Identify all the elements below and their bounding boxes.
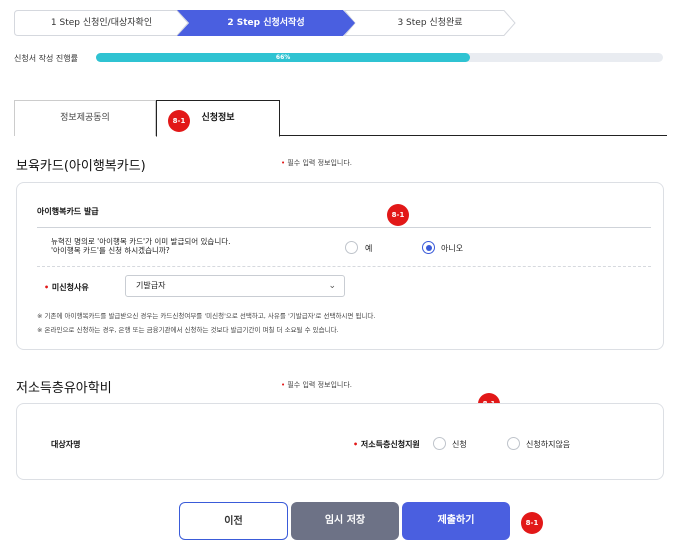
progress-label: 신청서 작성 진행률 [14, 54, 78, 63]
step-1-label: 1 Step 신청인/대상자확인 [50, 18, 153, 28]
required-note: • 필수 입력 정보입니다. [281, 158, 352, 168]
annotation-badge: 8-1 [521, 512, 543, 534]
radio-not-apply[interactable] [507, 437, 520, 450]
radio-apply-label: 신청 [452, 440, 467, 449]
step-2-label: 2 Step 신청서작성 [227, 18, 305, 28]
annotation-badge: 8-1 [168, 110, 190, 132]
question-line-2: '아이행복 카드'를 신청 하시겠습니까? [51, 246, 170, 255]
radio-apply[interactable] [433, 437, 446, 450]
low-income-field-label: • 저소득층신청지원 [353, 439, 420, 450]
progress-track: 66% [96, 53, 663, 62]
tab-info-consent[interactable]: 정보제공동의 [14, 100, 156, 136]
notice-line: ※ 온라인으로 신청하는 경우, 은행 또는 금융기관에서 신청하는 것보다 발… [37, 326, 339, 334]
card-issue-title: 아이행복카드 발급 [37, 207, 99, 216]
step-1: 1 Step 신청인/대상자확인 [14, 10, 189, 36]
tab-bar: 정보제공동의 신청정보 [14, 100, 667, 137]
temp-save-button[interactable]: 임시 저장 [291, 502, 399, 540]
step-progress-bar: 1 Step 신청인/대상자확인 3 Step 신청완료 2 Step 신청서작… [14, 10, 516, 36]
section-title-low-income: 저소득층유아학비 [16, 381, 112, 396]
progress-fill: 66% [96, 53, 471, 62]
submit-button[interactable]: 제출하기 [402, 502, 510, 540]
tab-application-info-label: 신청정보 [201, 113, 235, 123]
step-3: 3 Step 신청완료 [344, 10, 516, 36]
required-dot: • [353, 440, 361, 449]
divider [37, 227, 651, 228]
radio-yes[interactable] [345, 241, 358, 254]
step-2-active: 2 Step 신청서작성 [177, 10, 355, 36]
question-line-1: 뉴혁진 명의로 '아이행복 카드'가 이미 발급되어 있습니다. [51, 237, 231, 246]
target-name-label: 대상자명 [51, 440, 81, 449]
section-title-care-card: 보육카드(아이행복카드) [16, 159, 146, 174]
notice-line: ※ 기존에 아이행복카드를 발급받으신 경우는 카드신청여부를 '미신청'으로 … [37, 312, 376, 320]
reason-select-value: 기발급자 [136, 281, 166, 290]
required-note-text: 필수 입력 정보입니다. [287, 381, 352, 389]
low-income-field-label-text: 저소득층신청지원 [360, 440, 420, 449]
dashed-divider [37, 266, 651, 267]
step-3-label: 3 Step 신청완료 [397, 18, 463, 28]
prev-button[interactable]: 이전 [179, 502, 288, 540]
annotation-badge: 8-1 [387, 204, 409, 226]
radio-no[interactable] [422, 241, 435, 254]
required-note: • 필수 입력 정보입니다. [281, 380, 352, 390]
reason-select[interactable]: 기발급자 ⌄ [125, 275, 345, 297]
reason-label: • 미신청사유 [44, 282, 89, 293]
card-issue-question: 뉴혁진 명의로 '아이행복 카드'가 이미 발급되어 있습니다. '아이행복 카… [51, 237, 231, 255]
reason-label-text: 미신청사유 [51, 283, 89, 292]
radio-not-apply-label: 신청하지않음 [526, 440, 571, 449]
radio-yes-label: 예 [365, 244, 373, 253]
required-dot: • [44, 283, 52, 292]
required-note-text: 필수 입력 정보입니다. [287, 159, 352, 167]
radio-no-label: 아니오 [441, 244, 464, 253]
chevron-down-icon: ⌄ [328, 281, 336, 291]
